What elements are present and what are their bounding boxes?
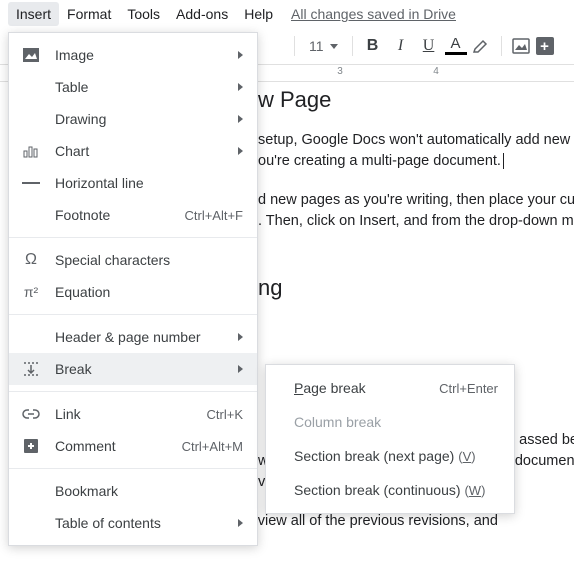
chevron-right-icon <box>238 519 243 527</box>
menu-item-label: Drawing <box>55 111 224 127</box>
doc-paragraph: setup, Google Docs won't automatically a… <box>258 130 574 172</box>
toolbar-sep <box>352 36 353 56</box>
chevron-right-icon <box>238 147 243 155</box>
submenu-label: Section break (next page) (V) <box>294 448 498 464</box>
submenu-shortcut: Ctrl+Enter <box>439 381 498 396</box>
chart-icon <box>21 144 41 158</box>
font-size-select[interactable]: 11 <box>303 36 344 56</box>
submenu-label: Page break <box>294 380 429 396</box>
insert-image-button[interactable] <box>510 36 532 56</box>
submenu-item-section-break-next-page[interactable]: Section break (next page) (V) <box>266 439 514 473</box>
ruler-label: 4 <box>433 66 439 77</box>
chevron-right-icon <box>238 115 243 123</box>
save-status[interactable]: All changes saved in Drive <box>281 2 466 26</box>
menu-item-link[interactable]: Link Ctrl+K <box>9 398 257 430</box>
add-button[interactable]: + <box>536 37 554 55</box>
italic-button[interactable]: I <box>389 37 413 55</box>
menu-item-header-page-number[interactable]: Header & page number <box>9 321 257 353</box>
menu-item-label: Horizontal line <box>55 175 243 191</box>
menu-item-footnote[interactable]: Footnote Ctrl+Alt+F <box>9 199 257 231</box>
menu-item-table-of-contents[interactable]: Table of contents <box>9 507 257 539</box>
toolbar-sep <box>294 36 295 56</box>
menu-insert[interactable]: Insert <box>8 2 59 26</box>
menu-separator <box>9 391 257 392</box>
doc-heading: w Page <box>258 84 574 116</box>
horizontal-line-icon <box>21 181 41 185</box>
doc-heading: ng <box>258 272 574 304</box>
ruler-label: 3 <box>337 66 343 77</box>
text-cursor <box>503 153 504 169</box>
menu-help[interactable]: Help <box>236 2 281 26</box>
highlight-color-button[interactable] <box>471 37 493 55</box>
submenu-label: Column break <box>294 414 498 430</box>
pi-icon: π² <box>21 284 41 300</box>
menu-item-label: Break <box>55 361 224 377</box>
break-submenu: Page break Ctrl+Enter Column break Secti… <box>265 364 515 514</box>
menu-item-equation[interactable]: π² Equation <box>9 276 257 308</box>
menu-shortcut: Ctrl+K <box>207 407 243 422</box>
menu-item-drawing[interactable]: Drawing <box>9 103 257 135</box>
menu-separator <box>9 314 257 315</box>
menu-item-label: Special characters <box>55 252 243 268</box>
bold-button[interactable]: B <box>361 37 385 55</box>
font-size-value: 11 <box>309 38 324 54</box>
omega-icon: Ω <box>21 251 41 269</box>
menu-item-comment[interactable]: Comment Ctrl+Alt+M <box>9 430 257 462</box>
text-color-button[interactable]: A <box>445 37 467 55</box>
image-icon <box>512 38 530 54</box>
doc-paragraph: d new pages as you're writing, then plac… <box>258 190 574 232</box>
menu-item-label: Equation <box>55 284 243 300</box>
menu-item-label: Comment <box>55 438 168 454</box>
menu-addons[interactable]: Add-ons <box>168 2 236 26</box>
menu-item-label: Bookmark <box>55 483 243 499</box>
menu-item-label: Link <box>55 406 193 422</box>
highlighter-icon <box>471 37 491 55</box>
menu-item-break[interactable]: Break <box>9 353 257 385</box>
link-icon <box>21 409 41 419</box>
underline-button[interactable]: U <box>417 37 441 55</box>
menu-shortcut: Ctrl+Alt+M <box>182 439 243 454</box>
insert-menu-dropdown: Image Table Drawing Chart Horizontal lin… <box>8 32 258 546</box>
menu-item-label: Header & page number <box>55 329 224 345</box>
submenu-item-column-break: Column break <box>266 405 514 439</box>
menu-tools[interactable]: Tools <box>119 2 168 26</box>
menu-item-label: Table <box>55 79 224 95</box>
menu-item-label: Image <box>55 47 224 63</box>
menu-item-table[interactable]: Table <box>9 71 257 103</box>
chevron-right-icon <box>238 365 243 373</box>
chevron-right-icon <box>238 333 243 341</box>
menu-separator <box>9 237 257 238</box>
document-body[interactable]: w Page setup, Google Docs won't automati… <box>258 84 574 318</box>
comment-icon <box>21 438 41 454</box>
menu-item-label: Chart <box>55 143 224 159</box>
chevron-down-icon <box>330 44 338 49</box>
menubar: Insert Format Tools Add-ons Help All cha… <box>0 0 574 28</box>
submenu-label: Section break (continuous) (W) <box>294 482 498 498</box>
submenu-item-page-break[interactable]: Page break Ctrl+Enter <box>266 371 514 405</box>
menu-format[interactable]: Format <box>59 2 119 26</box>
toolbar-sep <box>501 36 502 56</box>
menu-item-horizontal-line[interactable]: Horizontal line <box>9 167 257 199</box>
menu-shortcut: Ctrl+Alt+F <box>184 208 243 223</box>
menu-separator <box>9 468 257 469</box>
image-icon <box>21 47 41 63</box>
menu-item-image[interactable]: Image <box>9 39 257 71</box>
menu-item-bookmark[interactable]: Bookmark <box>9 475 257 507</box>
break-icon <box>21 361 41 377</box>
chevron-right-icon <box>238 83 243 91</box>
menu-item-label: Footnote <box>55 207 170 223</box>
menu-item-label: Table of contents <box>55 515 224 531</box>
chevron-right-icon <box>238 51 243 59</box>
menu-item-special-characters[interactable]: Ω Special characters <box>9 244 257 276</box>
submenu-item-section-break-continuous[interactable]: Section break (continuous) (W) <box>266 473 514 507</box>
menu-item-chart[interactable]: Chart <box>9 135 257 167</box>
